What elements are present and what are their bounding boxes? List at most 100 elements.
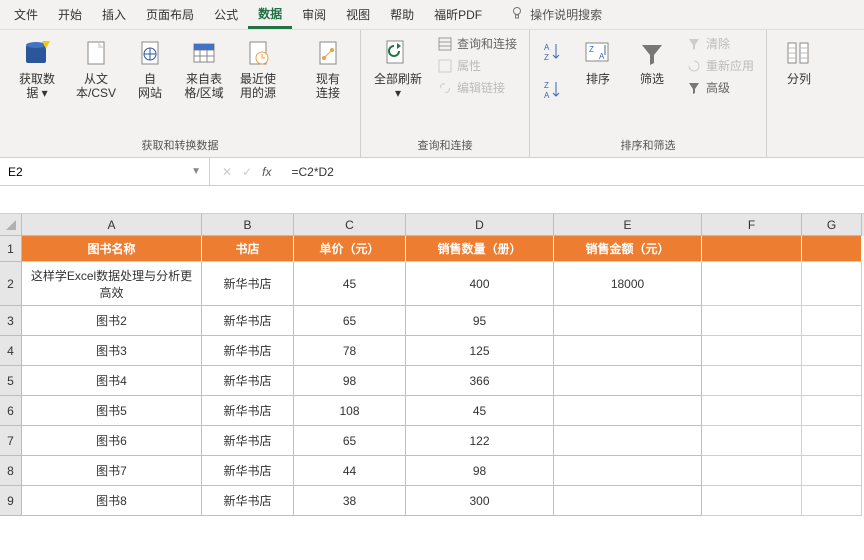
tab-foxit[interactable]: 福昕PDF	[424, 2, 492, 27]
row-header[interactable]: 1	[0, 236, 22, 262]
cell[interactable]	[702, 366, 802, 396]
cell[interactable]: 新华书店	[202, 306, 294, 336]
sort-asc-button[interactable]: AZ	[536, 34, 570, 68]
cell[interactable]: 65	[294, 426, 406, 456]
cell[interactable]: 300	[406, 486, 554, 516]
properties-button[interactable]: 属性	[431, 56, 523, 76]
cell[interactable]: 366	[406, 366, 554, 396]
refresh-all-button[interactable]: 全部刷新 ▾	[367, 34, 429, 105]
cell[interactable]: 95	[406, 306, 554, 336]
cell[interactable]: 图书3	[22, 336, 202, 366]
cell[interactable]	[554, 336, 702, 366]
clear-filter-button[interactable]: 清除	[680, 34, 760, 54]
row-header[interactable]: 3	[0, 306, 22, 336]
cell[interactable]: 新华书店	[202, 396, 294, 426]
cell[interactable]: 38	[294, 486, 406, 516]
cell[interactable]: 98	[294, 366, 406, 396]
cancel-icon[interactable]: ✕	[222, 165, 232, 179]
existing-connections-button[interactable]: 现有 连接	[302, 34, 354, 105]
column-header-g[interactable]: G	[802, 214, 862, 236]
cell[interactable]: 44	[294, 456, 406, 486]
cell[interactable]	[802, 236, 862, 262]
cell[interactable]	[554, 456, 702, 486]
row-header[interactable]: 5	[0, 366, 22, 396]
row-header[interactable]: 6	[0, 396, 22, 426]
sort-desc-button[interactable]: ZA	[536, 72, 570, 106]
formula-input[interactable]: =C2*D2	[283, 165, 864, 179]
cell[interactable]: 122	[406, 426, 554, 456]
cell[interactable]	[702, 236, 802, 262]
cell[interactable]	[702, 306, 802, 336]
tab-review[interactable]: 审阅	[292, 2, 336, 27]
cell[interactable]: 图书5	[22, 396, 202, 426]
cell[interactable]	[702, 262, 802, 306]
cell[interactable]: 400	[406, 262, 554, 306]
name-box[interactable]: E2 ▼	[0, 158, 210, 185]
cell[interactable]: 新华书店	[202, 456, 294, 486]
row-header[interactable]: 4	[0, 336, 22, 366]
select-all-corner[interactable]	[0, 214, 22, 236]
cell[interactable]: 108	[294, 396, 406, 426]
cell[interactable]	[702, 456, 802, 486]
spreadsheet-grid[interactable]: A B C D E F G 1图书名称书店单价（元）销售数量（册）销售金额（元）…	[0, 214, 864, 516]
tab-home[interactable]: 开始	[48, 2, 92, 27]
cell[interactable]	[702, 426, 802, 456]
tab-layout[interactable]: 页面布局	[136, 2, 204, 27]
cell[interactable]	[702, 336, 802, 366]
table-header-cell[interactable]: 单价（元）	[294, 236, 406, 262]
edit-links-button[interactable]: 编辑链接	[431, 78, 523, 98]
cell[interactable]	[802, 366, 862, 396]
cell[interactable]: 图书4	[22, 366, 202, 396]
table-header-cell[interactable]: 销售数量（册）	[406, 236, 554, 262]
cell[interactable]	[702, 486, 802, 516]
row-header[interactable]: 8	[0, 456, 22, 486]
cell[interactable]: 新华书店	[202, 262, 294, 306]
cell[interactable]: 45	[294, 262, 406, 306]
table-header-cell[interactable]: 销售金额（元）	[554, 236, 702, 262]
from-table-button[interactable]: 来自表 格/区域	[178, 34, 230, 105]
row-header[interactable]: 7	[0, 426, 22, 456]
cell[interactable]	[802, 262, 862, 306]
tab-view[interactable]: 视图	[336, 2, 380, 27]
cell[interactable]	[554, 426, 702, 456]
cell[interactable]	[802, 306, 862, 336]
cell[interactable]: 45	[406, 396, 554, 426]
cell[interactable]: 新华书店	[202, 336, 294, 366]
cell[interactable]	[802, 456, 862, 486]
cell[interactable]	[554, 486, 702, 516]
fx-icon[interactable]: fx	[262, 165, 271, 179]
cell[interactable]: 这样学Excel数据处理与分析更高效	[22, 262, 202, 306]
enter-icon[interactable]: ✓	[242, 165, 252, 179]
column-header-f[interactable]: F	[702, 214, 802, 236]
cell[interactable]	[802, 486, 862, 516]
column-header-a[interactable]: A	[22, 214, 202, 236]
from-web-button[interactable]: 自 网站	[124, 34, 176, 105]
tab-formulas[interactable]: 公式	[204, 2, 248, 27]
tell-me-search[interactable]: 操作说明搜索	[510, 6, 602, 23]
recent-sources-button[interactable]: 最近使 用的源	[232, 34, 284, 105]
cell[interactable]	[554, 396, 702, 426]
sort-button[interactable]: ZA排序	[572, 34, 624, 90]
cell[interactable]	[702, 396, 802, 426]
tab-insert[interactable]: 插入	[92, 2, 136, 27]
cell[interactable]: 图书8	[22, 486, 202, 516]
filter-button[interactable]: 筛选	[626, 34, 678, 90]
cell[interactable]: 图书2	[22, 306, 202, 336]
column-header-c[interactable]: C	[294, 214, 406, 236]
reapply-button[interactable]: 重新应用	[680, 56, 760, 76]
cell[interactable]: 图书6	[22, 426, 202, 456]
cell[interactable]: 新华书店	[202, 486, 294, 516]
cell[interactable]	[554, 306, 702, 336]
tab-data[interactable]: 数据	[248, 1, 292, 29]
cell[interactable]: 新华书店	[202, 366, 294, 396]
cell[interactable]: 98	[406, 456, 554, 486]
cell[interactable]: 图书7	[22, 456, 202, 486]
column-header-b[interactable]: B	[202, 214, 294, 236]
cell[interactable]	[554, 366, 702, 396]
text-to-columns-button[interactable]: 分列	[773, 34, 825, 90]
row-header[interactable]: 2	[0, 262, 22, 306]
queries-connections-button[interactable]: 查询和连接	[431, 34, 523, 54]
tab-help[interactable]: 帮助	[380, 2, 424, 27]
cell[interactable]	[802, 336, 862, 366]
cell[interactable]	[802, 396, 862, 426]
